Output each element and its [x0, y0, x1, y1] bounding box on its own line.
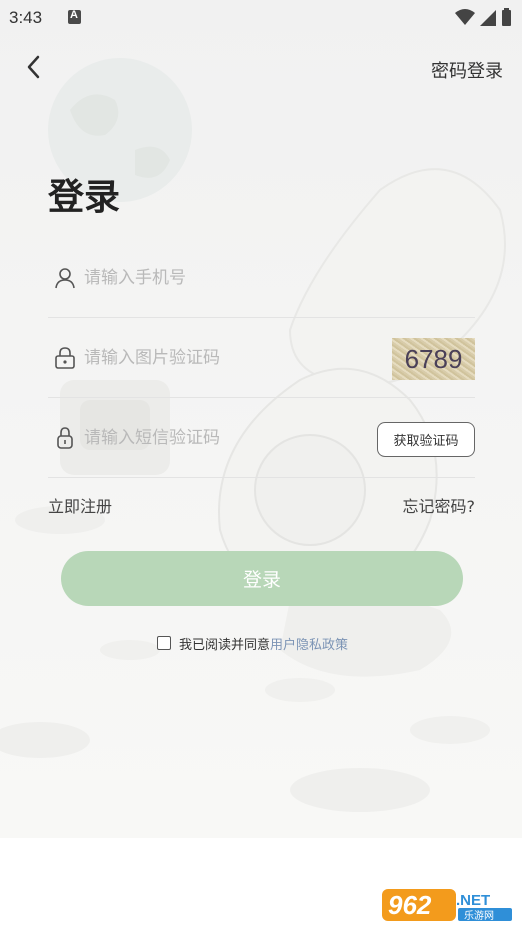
agreement-text: 我已阅读并同意 [179, 637, 271, 653]
register-link[interactable]: 立即注册 [48, 493, 112, 517]
battery-icon [502, 8, 511, 26]
watermark-logo: 962 .NET 乐游网 [382, 889, 512, 922]
status-time: 3:43 [9, 8, 43, 27]
svg-text:乐游网: 乐游网 [464, 909, 494, 922]
signal-icon [480, 10, 496, 26]
phone-input[interactable] [84, 262, 344, 294]
status-bar: 3:43 [0, 0, 522, 36]
agreement-row: 我已阅读并同意 用户隐私政策 [157, 633, 348, 653]
back-button[interactable] [20, 52, 50, 82]
sms-code-input[interactable] [84, 422, 344, 454]
privacy-policy-link[interactable]: 用户隐私政策 [270, 634, 348, 653]
svg-text:962: 962 [388, 890, 432, 920]
get-sms-code-button[interactable]: 获取验证码 [377, 422, 475, 457]
page-title: 登录 [48, 177, 121, 218]
forgot-password-link[interactable]: 忘记密码? [403, 493, 476, 517]
image-code-field-row: 6789 [48, 318, 475, 398]
svg-text:.NET: .NET [456, 892, 490, 909]
status-icons [455, 8, 511, 26]
wifi-icon [455, 9, 475, 25]
login-button[interactable]: 登录 [61, 551, 463, 606]
user-icon [55, 268, 75, 289]
back-icon [27, 55, 40, 79]
lock-icon [57, 427, 73, 449]
captcha-image[interactable]: 6789 [392, 338, 475, 380]
lock-image-icon [55, 347, 75, 369]
agreement-checkbox[interactable] [157, 636, 171, 650]
image-code-input[interactable] [84, 342, 344, 374]
sms-code-field-row: 获取验证码 [48, 398, 475, 478]
notification-icon [68, 9, 81, 24]
phone-field-row [48, 238, 475, 318]
password-login-link[interactable]: 密码登录 [431, 57, 503, 83]
